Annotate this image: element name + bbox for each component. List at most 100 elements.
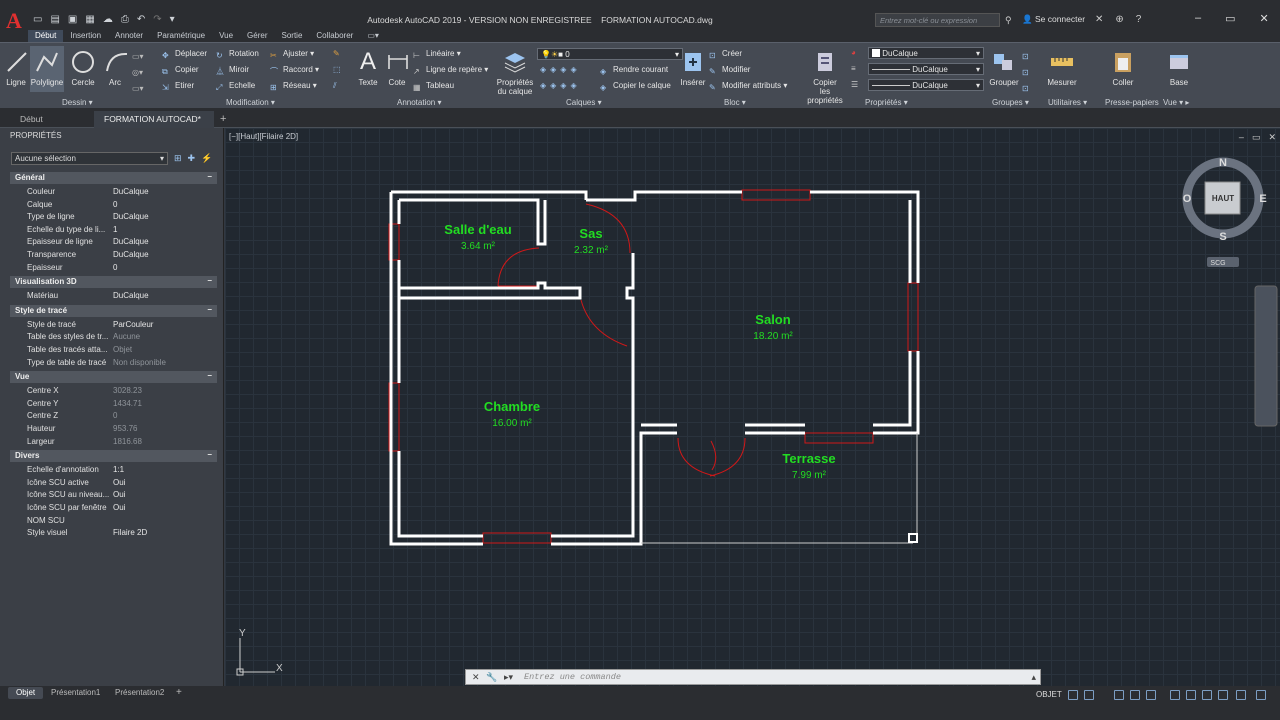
copy-layer-button[interactable]: ◈ Copier le calque xyxy=(600,81,671,93)
command-line[interactable]: ✕ 🔧 ▸▾ Entrez une commande ▴ xyxy=(465,669,1041,685)
groupes-panel-title[interactable]: Groupes ▾ xyxy=(992,98,1029,107)
minimize-icon[interactable]: – xyxy=(1195,12,1201,25)
new-tab-button[interactable]: + xyxy=(214,111,232,128)
isodraft-icon[interactable] xyxy=(1146,690,1156,700)
save-icon[interactable]: ▣ xyxy=(68,14,77,25)
fillet-button[interactable]: ⌒ Raccord ▾ xyxy=(270,65,319,76)
tab-collaborer[interactable]: Collaborer xyxy=(309,30,360,42)
erase-icon[interactable]: ✎ xyxy=(333,49,340,58)
command-prompt-icon[interactable]: ▸▾ xyxy=(504,672,513,683)
layer-dropdown[interactable]: 💡☀■ 0 ▾ xyxy=(537,48,683,60)
search-input[interactable]: Entrez mot-clé ou expression xyxy=(875,13,1000,27)
match-properties-button[interactable]: Copier les propriétés xyxy=(801,49,849,105)
property-row[interactable]: Largeur 1816.68 xyxy=(10,436,217,449)
property-row[interactable]: Centre Z 0 xyxy=(10,410,217,423)
property-row[interactable]: Couleur DuCalque xyxy=(10,186,217,199)
property-row[interactable]: Table des tracés atta... Objet xyxy=(10,344,217,357)
tab-start[interactable]: Début xyxy=(10,111,53,128)
close-icon[interactable]: ✕ xyxy=(1260,12,1269,25)
property-row[interactable]: Centre Y 1434.71 xyxy=(10,398,217,411)
signin-button[interactable]: 👤 Se connecter xyxy=(1022,14,1085,25)
insert-block-button[interactable]: Insérer xyxy=(679,49,707,87)
save-as-icon[interactable]: ▦ xyxy=(85,14,94,25)
layout-tab-presentation1[interactable]: Présentation1 xyxy=(43,687,108,699)
property-row[interactable]: Icône SCU au niveau... Oui xyxy=(10,489,217,502)
modification-panel-title[interactable]: Modification ▾ xyxy=(226,98,275,107)
explode-icon[interactable]: ⬚ xyxy=(333,65,341,74)
group-button[interactable]: Grouper xyxy=(988,49,1020,87)
select-objects-icon[interactable]: ✚ xyxy=(188,153,196,164)
create-block-button[interactable]: ⊡ Créer xyxy=(709,49,742,61)
stretch-button[interactable]: ⇲ Etirer xyxy=(162,81,194,93)
draw-extra-tools[interactable]: ▭▾ ◎▾ ▭▾ xyxy=(132,49,144,97)
move-button[interactable]: ✥ Déplacer xyxy=(162,49,207,61)
collapse-icon[interactable]: – xyxy=(208,305,212,314)
polar-icon[interactable] xyxy=(1130,690,1140,700)
customize-dropdown-icon[interactable]: ▾ xyxy=(170,14,175,25)
lineweight-icon[interactable]: ☰ xyxy=(851,80,858,89)
section-header[interactable]: Général – xyxy=(10,172,217,184)
lineweight-dropdown[interactable]: DuCalque ▾ xyxy=(868,79,984,91)
scale-button[interactable]: ⤢ Echelle xyxy=(216,81,255,93)
tab-parametrique[interactable]: Paramétrique xyxy=(150,30,212,42)
chevron-up-icon[interactable]: ▴ xyxy=(1031,672,1036,683)
binoculars-icon[interactable]: ⚲ xyxy=(1005,15,1012,26)
bloc-panel-title[interactable]: Bloc ▾ xyxy=(724,98,746,107)
a360-icon[interactable]: ⊕ xyxy=(1115,14,1123,25)
toggle-pickadd-icon[interactable]: ⊞ xyxy=(174,153,182,164)
quick-select-icon[interactable]: ⚡ xyxy=(201,153,212,164)
section-header[interactable]: Style de tracé – xyxy=(10,304,217,317)
dimension-button[interactable]: Cote xyxy=(385,49,409,87)
linetype-icon[interactable]: ≡ xyxy=(851,64,856,73)
wrench-icon[interactable]: 🔧 xyxy=(486,672,497,683)
leader-button[interactable]: ↗ Ligne de repère ▾ xyxy=(413,65,488,77)
collapse-icon[interactable]: – xyxy=(208,276,212,285)
collapse-icon[interactable]: – xyxy=(208,450,212,459)
linetype-dropdown[interactable]: DuCalque ▾ xyxy=(868,63,984,75)
measure-button[interactable]: Mesurer xyxy=(1045,49,1079,87)
tab-more-icon[interactable]: ▭▾ xyxy=(360,30,386,42)
make-current-button[interactable]: ◈ Rendre courant xyxy=(600,65,668,77)
layer-tools-row2[interactable]: ◈◈◈◈ xyxy=(540,81,581,90)
property-row[interactable]: Type de ligne DuCalque xyxy=(10,211,217,224)
workspace-icon[interactable] xyxy=(1236,690,1246,700)
array-button[interactable]: ⊞ Réseau ▾ xyxy=(270,81,317,93)
tab-vue[interactable]: Vue xyxy=(212,30,240,42)
property-row[interactable]: Matériau DuCalque xyxy=(10,290,217,303)
annotation-panel-title[interactable]: Annotation ▾ xyxy=(397,98,442,107)
property-row[interactable]: Transparence DuCalque xyxy=(10,249,217,262)
rotate-button[interactable]: ↻ Rotation xyxy=(216,49,259,61)
print-icon[interactable]: ⎙ xyxy=(121,14,129,25)
collapse-icon[interactable]: – xyxy=(208,371,212,380)
vue-panel-title[interactable]: Vue ▾ ▸ xyxy=(1163,98,1189,107)
add-layout-button[interactable]: + xyxy=(172,687,186,699)
arc-button[interactable]: Arc xyxy=(104,49,128,87)
color-wheel-icon[interactable]: ◕ xyxy=(851,48,856,57)
property-row[interactable]: Epaisseur de ligne DuCalque xyxy=(10,236,217,249)
model-space-toggle[interactable]: OBJET xyxy=(1036,690,1062,699)
layout-tab-presentation2[interactable]: Présentation2 xyxy=(107,687,172,699)
property-row[interactable]: Type de table de tracé Non disponible xyxy=(10,357,217,370)
trim-button[interactable]: ✂ Ajuster ▾ xyxy=(270,49,314,61)
property-row[interactable]: Icône SCU par fenêtre Oui xyxy=(10,502,217,515)
tab-formation-autocad[interactable]: FORMATION AUTOCAD* xyxy=(94,111,214,128)
selection-dropdown[interactable]: Aucune sélection ▾ xyxy=(11,152,168,165)
base-view-button[interactable]: Base xyxy=(1164,49,1194,87)
edit-block-button[interactable]: ✎ Modifier xyxy=(709,65,750,77)
property-row[interactable]: Style de tracé ParCouleur xyxy=(10,319,217,332)
polyline-button[interactable]: Polyligne xyxy=(30,46,64,92)
utilitaires-panel-title[interactable]: Utilitaires ▾ xyxy=(1048,98,1087,107)
color-dropdown[interactable]: DuCalque ▾ xyxy=(868,47,984,59)
layer-tools-row1[interactable]: ◈◈◈◈ xyxy=(540,65,581,74)
presse-papiers-panel-title[interactable]: Presse-papiers xyxy=(1105,98,1159,107)
mirror-button[interactable]: ⏅ Miroir xyxy=(216,65,249,76)
undo-icon[interactable]: ↶ xyxy=(137,14,145,25)
redo-icon[interactable]: ↷ xyxy=(153,14,161,25)
copy-button[interactable]: ⧉ Copier xyxy=(162,65,199,77)
property-row[interactable]: Epaisseur 0 xyxy=(10,262,217,275)
section-header[interactable]: Visualisation 3D – xyxy=(10,276,217,289)
collapse-icon[interactable]: – xyxy=(208,172,212,181)
lineweight-toggle-icon[interactable] xyxy=(1202,690,1212,700)
drawing-viewport[interactable]: [−][Haut][Filaire 2D] – ▭ ✕ Salle d'eau … xyxy=(225,128,1280,686)
command-input[interactable]: Entrez une commande xyxy=(524,672,621,682)
